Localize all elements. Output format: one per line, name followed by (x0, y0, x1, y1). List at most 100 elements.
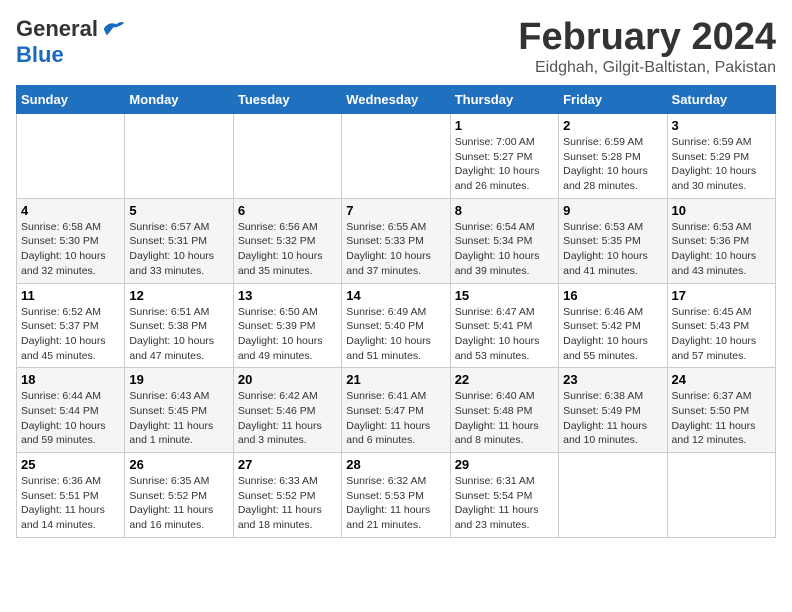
day-info: Sunrise: 6:38 AM Sunset: 5:49 PM Dayligh… (563, 389, 662, 448)
day-number: 2 (563, 118, 662, 133)
day-info: Sunrise: 6:46 AM Sunset: 5:42 PM Dayligh… (563, 305, 662, 364)
day-number: 29 (455, 457, 554, 472)
day-info: Sunrise: 6:52 AM Sunset: 5:37 PM Dayligh… (21, 305, 120, 364)
day-number: 20 (238, 372, 337, 387)
calendar-table: SundayMondayTuesdayWednesdayThursdayFrid… (16, 85, 776, 538)
calendar-cell: 17 Sunrise: 6:45 AM Sunset: 5:43 PM Dayli… (667, 283, 775, 368)
day-info: Sunrise: 6:41 AM Sunset: 5:47 PM Dayligh… (346, 389, 445, 448)
day-info: Sunrise: 6:50 AM Sunset: 5:39 PM Dayligh… (238, 305, 337, 364)
calendar-cell: 21 Sunrise: 6:41 AM Sunset: 5:47 PM Dayli… (342, 368, 450, 453)
day-info: Sunrise: 6:47 AM Sunset: 5:41 PM Dayligh… (455, 305, 554, 364)
calendar-cell: 29 Sunrise: 6:31 AM Sunset: 5:54 PM Dayli… (450, 453, 558, 538)
day-info: Sunrise: 6:59 AM Sunset: 5:29 PM Dayligh… (672, 135, 771, 194)
day-number: 25 (21, 457, 120, 472)
day-number: 24 (672, 372, 771, 387)
day-info: Sunrise: 6:57 AM Sunset: 5:31 PM Dayligh… (129, 220, 228, 279)
day-number: 17 (672, 288, 771, 303)
calendar-cell: 25 Sunrise: 6:36 AM Sunset: 5:51 PM Dayli… (17, 453, 125, 538)
calendar-cell (233, 114, 341, 199)
calendar-cell: 16 Sunrise: 6:46 AM Sunset: 5:42 PM Dayli… (559, 283, 667, 368)
week-row-5: 25 Sunrise: 6:36 AM Sunset: 5:51 PM Dayli… (17, 453, 776, 538)
day-number: 4 (21, 203, 120, 218)
day-info: Sunrise: 6:43 AM Sunset: 5:45 PM Dayligh… (129, 389, 228, 448)
calendar-cell: 8 Sunrise: 6:54 AM Sunset: 5:34 PM Daylig… (450, 198, 558, 283)
day-number: 13 (238, 288, 337, 303)
day-info: Sunrise: 6:55 AM Sunset: 5:33 PM Dayligh… (346, 220, 445, 279)
logo-bird-icon (102, 19, 126, 39)
day-info: Sunrise: 6:58 AM Sunset: 5:30 PM Dayligh… (21, 220, 120, 279)
day-info: Sunrise: 6:31 AM Sunset: 5:54 PM Dayligh… (455, 474, 554, 533)
weekday-header-sunday: Sunday (17, 86, 125, 114)
day-number: 5 (129, 203, 228, 218)
calendar-cell: 28 Sunrise: 6:32 AM Sunset: 5:53 PM Dayli… (342, 453, 450, 538)
day-number: 12 (129, 288, 228, 303)
calendar-cell: 26 Sunrise: 6:35 AM Sunset: 5:52 PM Dayli… (125, 453, 233, 538)
day-number: 3 (672, 118, 771, 133)
calendar-cell: 6Sunrise: 6:56 AM Sunset: 5:32 PM Daylig… (233, 198, 341, 283)
calendar-cell (17, 114, 125, 199)
day-info: Sunrise: 6:53 AM Sunset: 5:36 PM Dayligh… (672, 220, 771, 279)
location-title: Eidghah, Gilgit-Baltistan, Pakistan (518, 59, 776, 77)
day-number: 18 (21, 372, 120, 387)
day-number: 6 (238, 203, 337, 218)
day-number: 16 (563, 288, 662, 303)
day-number: 26 (129, 457, 228, 472)
calendar-cell: 5 Sunrise: 6:57 AM Sunset: 5:31 PM Daylig… (125, 198, 233, 283)
header: General Blue February 2024 Eidghah, Gilg… (16, 16, 776, 77)
calendar-cell: 20 Sunrise: 6:42 AM Sunset: 5:46 PM Dayli… (233, 368, 341, 453)
day-info: Sunrise: 6:44 AM Sunset: 5:44 PM Dayligh… (21, 389, 120, 448)
calendar-cell: 9Sunrise: 6:53 AM Sunset: 5:35 PM Daylig… (559, 198, 667, 283)
day-info: Sunrise: 6:32 AM Sunset: 5:53 PM Dayligh… (346, 474, 445, 533)
day-info: Sunrise: 6:35 AM Sunset: 5:52 PM Dayligh… (129, 474, 228, 533)
calendar-cell: 7Sunrise: 6:55 AM Sunset: 5:33 PM Daylig… (342, 198, 450, 283)
month-title: February 2024 (518, 16, 776, 59)
calendar-cell (125, 114, 233, 199)
calendar-cell: 3 Sunrise: 6:59 AM Sunset: 5:29 PM Daylig… (667, 114, 775, 199)
day-info: Sunrise: 6:40 AM Sunset: 5:48 PM Dayligh… (455, 389, 554, 448)
calendar-cell: 22 Sunrise: 6:40 AM Sunset: 5:48 PM Dayli… (450, 368, 558, 453)
day-info: Sunrise: 7:00 AM Sunset: 5:27 PM Dayligh… (455, 135, 554, 194)
day-info: Sunrise: 6:49 AM Sunset: 5:40 PM Dayligh… (346, 305, 445, 364)
calendar-cell: 13 Sunrise: 6:50 AM Sunset: 5:39 PM Dayli… (233, 283, 341, 368)
day-number: 28 (346, 457, 445, 472)
day-number: 21 (346, 372, 445, 387)
week-row-1: 1 Sunrise: 7:00 AM Sunset: 5:27 PM Daylig… (17, 114, 776, 199)
day-info: Sunrise: 6:36 AM Sunset: 5:51 PM Dayligh… (21, 474, 120, 533)
calendar-cell (342, 114, 450, 199)
calendar-cell: 27Sunrise: 6:33 AM Sunset: 5:52 PM Dayli… (233, 453, 341, 538)
weekday-header-friday: Friday (559, 86, 667, 114)
day-info: Sunrise: 6:45 AM Sunset: 5:43 PM Dayligh… (672, 305, 771, 364)
weekday-header-wednesday: Wednesday (342, 86, 450, 114)
week-row-3: 11Sunrise: 6:52 AM Sunset: 5:37 PM Dayli… (17, 283, 776, 368)
calendar-cell: 15 Sunrise: 6:47 AM Sunset: 5:41 PM Dayli… (450, 283, 558, 368)
day-number: 8 (455, 203, 554, 218)
day-number: 14 (346, 288, 445, 303)
day-number: 9 (563, 203, 662, 218)
logo: General Blue (16, 16, 126, 68)
day-number: 22 (455, 372, 554, 387)
day-info: Sunrise: 6:37 AM Sunset: 5:50 PM Dayligh… (672, 389, 771, 448)
day-info: Sunrise: 6:54 AM Sunset: 5:34 PM Dayligh… (455, 220, 554, 279)
calendar-cell: 1 Sunrise: 7:00 AM Sunset: 5:27 PM Daylig… (450, 114, 558, 199)
title-section: February 2024 Eidghah, Gilgit-Baltistan,… (518, 16, 776, 77)
calendar-cell: 4 Sunrise: 6:58 AM Sunset: 5:30 PM Daylig… (17, 198, 125, 283)
calendar-cell (667, 453, 775, 538)
weekday-header-monday: Monday (125, 86, 233, 114)
week-row-2: 4 Sunrise: 6:58 AM Sunset: 5:30 PM Daylig… (17, 198, 776, 283)
logo-general: General (16, 16, 98, 42)
day-number: 1 (455, 118, 554, 133)
calendar-cell: 23Sunrise: 6:38 AM Sunset: 5:49 PM Dayli… (559, 368, 667, 453)
day-number: 10 (672, 203, 771, 218)
calendar-cell: 19Sunrise: 6:43 AM Sunset: 5:45 PM Dayli… (125, 368, 233, 453)
weekday-header-row: SundayMondayTuesdayWednesdayThursdayFrid… (17, 86, 776, 114)
logo-blue: Blue (16, 42, 64, 68)
weekday-header-thursday: Thursday (450, 86, 558, 114)
day-number: 15 (455, 288, 554, 303)
day-number: 27 (238, 457, 337, 472)
day-info: Sunrise: 6:42 AM Sunset: 5:46 PM Dayligh… (238, 389, 337, 448)
calendar-cell: 11Sunrise: 6:52 AM Sunset: 5:37 PM Dayli… (17, 283, 125, 368)
week-row-4: 18 Sunrise: 6:44 AM Sunset: 5:44 PM Dayli… (17, 368, 776, 453)
calendar-cell: 2Sunrise: 6:59 AM Sunset: 5:28 PM Daylig… (559, 114, 667, 199)
day-info: Sunrise: 6:51 AM Sunset: 5:38 PM Dayligh… (129, 305, 228, 364)
weekday-header-saturday: Saturday (667, 86, 775, 114)
